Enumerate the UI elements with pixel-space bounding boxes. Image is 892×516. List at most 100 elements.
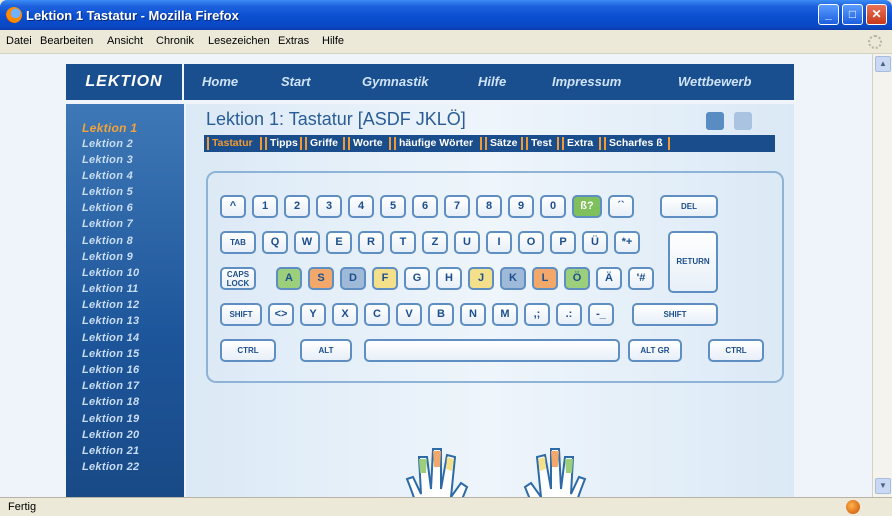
key-l[interactable]: L [532, 267, 558, 290]
menu-extras[interactable]: Extras [278, 35, 309, 47]
sidebar-item-lektion-9[interactable]: Lektion 9 [82, 251, 133, 263]
nav-hilfe[interactable]: Hilfe [478, 74, 506, 89]
maximize-button[interactable]: □ [842, 4, 863, 25]
sidebar-item-lektion-11[interactable]: Lektion 11 [82, 283, 139, 295]
sidebar-item-lektion-15[interactable]: Lektion 15 [82, 348, 139, 360]
key-b[interactable]: B [428, 303, 454, 326]
nav-gymnastik[interactable]: Gymnastik [362, 74, 428, 89]
key-shift-right[interactable]: SHIFT [632, 303, 718, 326]
key-3[interactable]: 3 [316, 195, 342, 218]
key-comma[interactable]: ,; [524, 303, 550, 326]
sidebar-item-lektion-18[interactable]: Lektion 18 [82, 396, 139, 408]
key-ctrl-left[interactable]: CTRL [220, 339, 276, 362]
key-k[interactable]: K [500, 267, 526, 290]
key-o[interactable]: O [518, 231, 544, 254]
sidebar-item-lektion-17[interactable]: Lektion 17 [82, 380, 139, 392]
sidebar-item-lektion-22[interactable]: Lektion 22 [82, 461, 139, 473]
sidebar-item-lektion-20[interactable]: Lektion 20 [82, 429, 139, 441]
sidebar-item-lektion-8[interactable]: Lektion 8 [82, 235, 133, 247]
key-1[interactable]: 1 [252, 195, 278, 218]
sidebar-item-lektion-14[interactable]: Lektion 14 [82, 332, 139, 344]
key-p[interactable]: P [550, 231, 576, 254]
sidebar-item-lektion-1[interactable]: Lektion 1 [82, 121, 137, 135]
key-del[interactable]: DEL [660, 195, 718, 218]
key-ctrl-right[interactable]: CTRL [708, 339, 764, 362]
key-5[interactable]: 5 [380, 195, 406, 218]
key-h[interactable]: H [436, 267, 462, 290]
key-caps-lock[interactable]: CAPS LOCK [220, 267, 256, 290]
key-w[interactable]: W [294, 231, 320, 254]
sidebar-item-lektion-4[interactable]: Lektion 4 [82, 170, 133, 182]
key-ae[interactable]: Ä [596, 267, 622, 290]
sidebar-item-lektion-2[interactable]: Lektion 2 [82, 138, 133, 150]
sidebar-item-lektion-19[interactable]: Lektion 19 [82, 413, 139, 425]
key-t[interactable]: T [390, 231, 416, 254]
key-tab[interactable]: TAB [220, 231, 256, 254]
tab-saetze[interactable]: Sätze [490, 135, 517, 152]
key-c[interactable]: C [364, 303, 390, 326]
key-a[interactable]: A [276, 267, 302, 290]
key-m[interactable]: M [492, 303, 518, 326]
key-q[interactable]: Q [262, 231, 288, 254]
key-s[interactable]: S [308, 267, 334, 290]
sidebar-item-lektion-21[interactable]: Lektion 21 [82, 445, 139, 457]
key-6[interactable]: 6 [412, 195, 438, 218]
key-sz[interactable]: ß? [572, 195, 602, 218]
tab-haeufige-woerter[interactable]: häufige Wörter [399, 135, 473, 152]
menu-ansicht[interactable]: Ansicht [107, 35, 143, 47]
key-x[interactable]: X [332, 303, 358, 326]
key-v[interactable]: V [396, 303, 422, 326]
sidebar-item-lektion-16[interactable]: Lektion 16 [82, 364, 139, 376]
sidebar-item-lektion-10[interactable]: Lektion 10 [82, 267, 139, 279]
menu-lesezeichen[interactable]: Lesezeichen [208, 35, 270, 47]
scroll-down-icon[interactable]: ▼ [875, 478, 891, 494]
key-r[interactable]: R [358, 231, 384, 254]
key-minus[interactable]: -_ [588, 303, 614, 326]
key-hash[interactable]: '# [628, 267, 654, 290]
key-e[interactable]: E [326, 231, 352, 254]
sidebar-item-lektion-12[interactable]: Lektion 12 [82, 299, 139, 311]
key-8[interactable]: 8 [476, 195, 502, 218]
print-icon[interactable] [706, 112, 724, 130]
key-0[interactable]: 0 [540, 195, 566, 218]
status-addon-icon[interactable] [846, 500, 860, 514]
key-f[interactable]: F [372, 267, 398, 290]
key-plus[interactable]: *+ [614, 231, 640, 254]
nav-impressum[interactable]: Impressum [552, 74, 621, 89]
key-ue[interactable]: Ü [582, 231, 608, 254]
key-accent[interactable]: ´` [608, 195, 634, 218]
key-i[interactable]: I [486, 231, 512, 254]
close-button[interactable]: ✕ [866, 4, 887, 25]
key-alt[interactable]: ALT [300, 339, 352, 362]
key-j[interactable]: J [468, 267, 494, 290]
sidebar-item-lektion-3[interactable]: Lektion 3 [82, 154, 133, 166]
key-caret[interactable]: ^ [220, 195, 246, 218]
sidebar-item-lektion-6[interactable]: Lektion 6 [82, 202, 133, 214]
key-alt-gr[interactable]: ALT GR [628, 339, 682, 362]
menu-hilfe[interactable]: Hilfe [322, 35, 344, 47]
vertical-scrollbar[interactable]: ▲ ▼ [872, 54, 892, 497]
key-u[interactable]: U [454, 231, 480, 254]
key-y[interactable]: Y [300, 303, 326, 326]
key-n[interactable]: N [460, 303, 486, 326]
key-9[interactable]: 9 [508, 195, 534, 218]
menu-datei[interactable]: Datei [6, 35, 32, 47]
tab-tipps[interactable]: Tipps [270, 135, 298, 152]
minimize-button[interactable]: _ [818, 4, 839, 25]
scroll-up-icon[interactable]: ▲ [875, 56, 891, 72]
nav-start[interactable]: Start [281, 74, 311, 89]
key-space[interactable] [364, 339, 620, 362]
tab-scharfes-s[interactable]: Scharfes ß [609, 135, 663, 152]
share-icon[interactable] [734, 112, 752, 130]
tab-tastatur[interactable]: Tastatur [212, 135, 253, 152]
key-period[interactable]: .: [556, 303, 582, 326]
tab-worte[interactable]: Worte [353, 135, 383, 152]
key-return[interactable]: RETURN [668, 231, 718, 293]
key-4[interactable]: 4 [348, 195, 374, 218]
key-angle-brackets[interactable]: <> [268, 303, 294, 326]
key-2[interactable]: 2 [284, 195, 310, 218]
tab-extra[interactable]: Extra [567, 135, 593, 152]
nav-home[interactable]: Home [202, 74, 238, 89]
tab-griffe[interactable]: Griffe [310, 135, 338, 152]
menu-chronik[interactable]: Chronik [156, 35, 194, 47]
